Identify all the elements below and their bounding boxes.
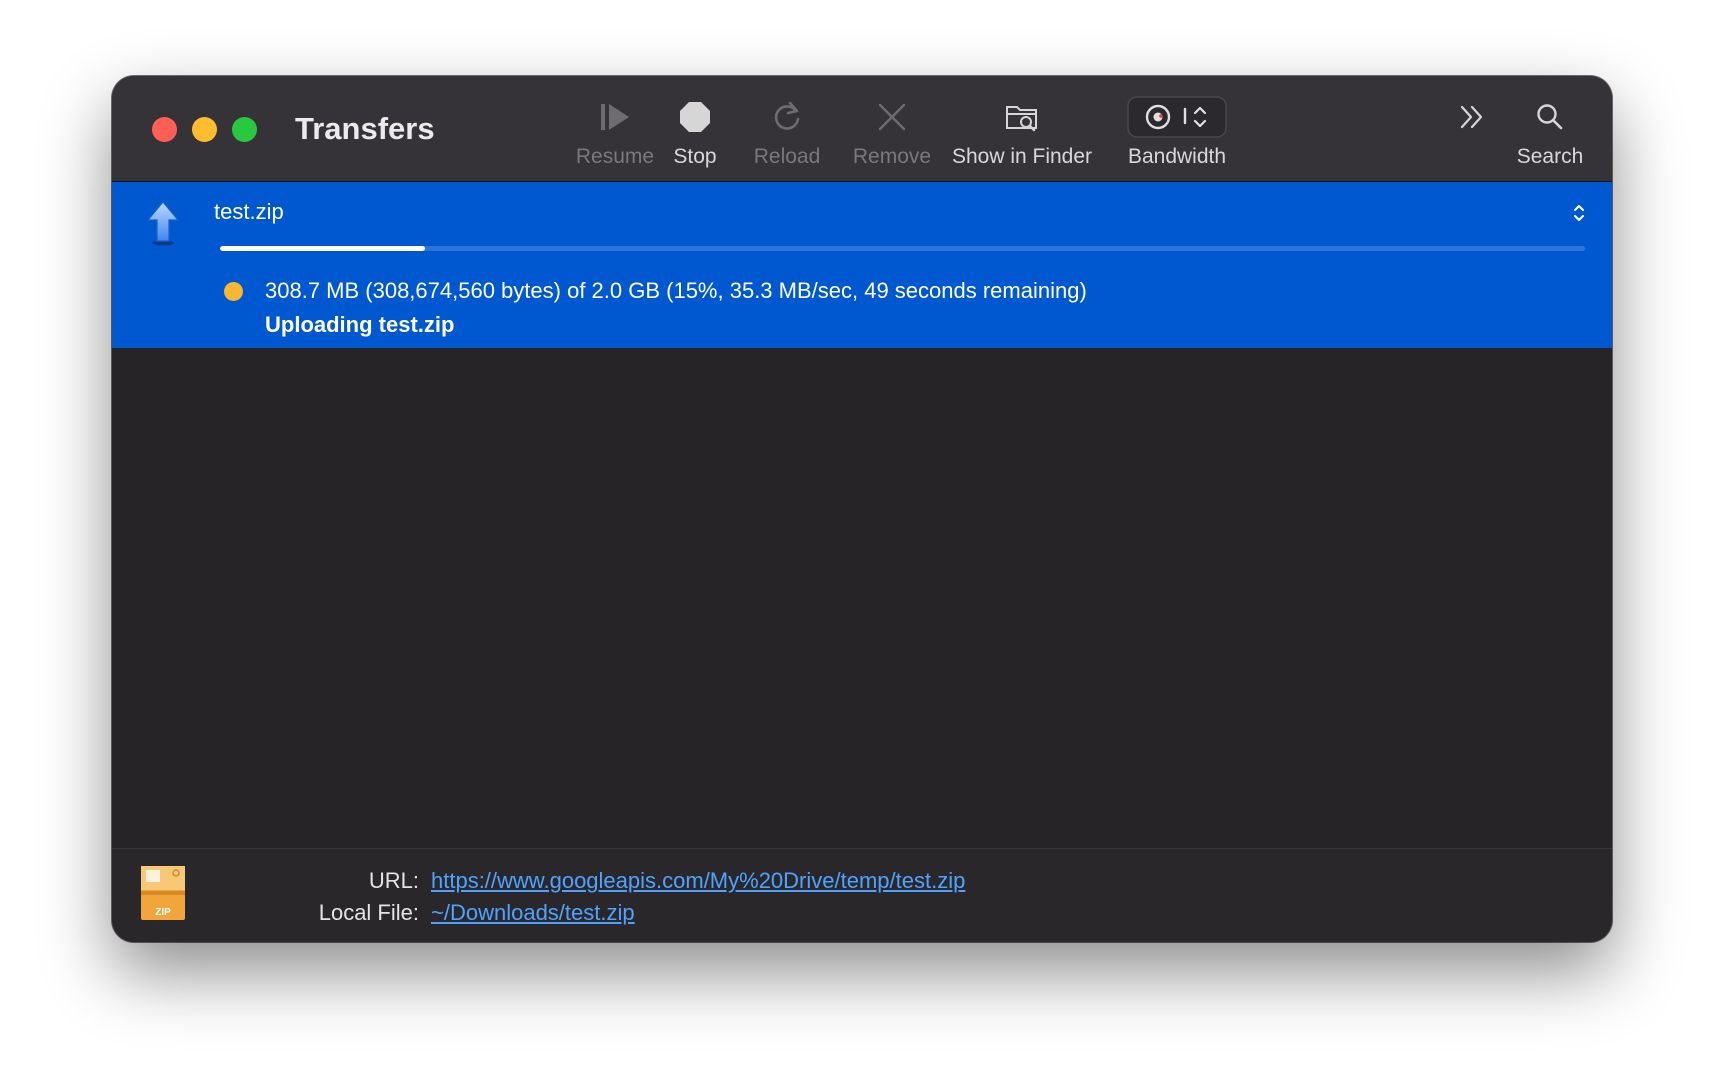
local-file-link[interactable]: ~/Downloads/test.zip bbox=[431, 900, 635, 926]
transfer-status-text: 308.7 MB (308,674,560 bytes) of 2.0 GB (… bbox=[265, 278, 1087, 303]
stop-label: Stop bbox=[673, 145, 717, 168]
play-icon bbox=[597, 96, 633, 138]
transfer-progress-fill bbox=[220, 246, 425, 251]
upload-arrow-icon bbox=[146, 200, 180, 251]
double-chevron-right-icon bbox=[1457, 96, 1487, 138]
status-indicator-dot bbox=[224, 282, 243, 301]
transfer-activity-text: Uploading test.zip bbox=[265, 312, 455, 337]
reload-icon bbox=[769, 96, 805, 138]
transfer-progress-bar bbox=[220, 246, 1585, 251]
transfers-window: Transfers Resume Stop Reload Remove Show… bbox=[112, 76, 1612, 942]
stop-icon bbox=[678, 96, 712, 138]
minimize-window-button[interactable] bbox=[192, 117, 217, 142]
search-icon bbox=[1534, 96, 1566, 138]
url-link[interactable]: https://www.googleapis.com/My%20Drive/te… bbox=[431, 868, 965, 894]
remove-button[interactable]: Remove bbox=[842, 96, 942, 171]
window-title: Transfers bbox=[295, 111, 435, 146]
resume-button[interactable]: Resume bbox=[565, 96, 665, 171]
expand-chevron-icon[interactable] bbox=[1572, 202, 1586, 229]
zoom-window-button[interactable] bbox=[232, 117, 257, 142]
url-label: URL: bbox=[368, 868, 419, 893]
search-button[interactable]: Search bbox=[1510, 96, 1590, 171]
bandwidth-popup-button[interactable]: Bandwidth bbox=[1112, 96, 1242, 171]
remove-label: Remove bbox=[852, 145, 932, 168]
zip-archive-icon: ZIP bbox=[140, 865, 186, 926]
stop-button[interactable]: Stop bbox=[665, 96, 725, 171]
reload-button[interactable]: Reload bbox=[737, 96, 837, 171]
svg-text:ZIP: ZIP bbox=[155, 907, 171, 918]
bandwidth-gauge-icon bbox=[1127, 96, 1227, 138]
title-bar: Transfers Resume Stop Reload Remove Show… bbox=[112, 76, 1612, 182]
show-in-finder-label: Show in Finder bbox=[951, 145, 1093, 168]
transfer-row[interactable]: test.zip 308.7 MB (308,674,560 bytes) of… bbox=[112, 182, 1612, 348]
toolbar-overflow-button[interactable] bbox=[1452, 96, 1492, 171]
local-file-label: Local File: bbox=[318, 900, 419, 925]
bandwidth-label: Bandwidth bbox=[1127, 145, 1227, 168]
resume-label: Resume bbox=[575, 145, 655, 168]
close-icon bbox=[875, 96, 909, 138]
search-label: Search bbox=[1516, 145, 1584, 168]
transfer-filename: test.zip bbox=[214, 199, 284, 224]
transfer-details-panel: ZIP URL: https://www.googleapis.com/My%2… bbox=[112, 848, 1612, 942]
reload-label: Reload bbox=[753, 145, 821, 168]
show-in-finder-button[interactable]: Show in Finder bbox=[942, 96, 1102, 171]
folder-search-icon bbox=[1004, 96, 1040, 138]
close-window-button[interactable] bbox=[152, 117, 177, 142]
